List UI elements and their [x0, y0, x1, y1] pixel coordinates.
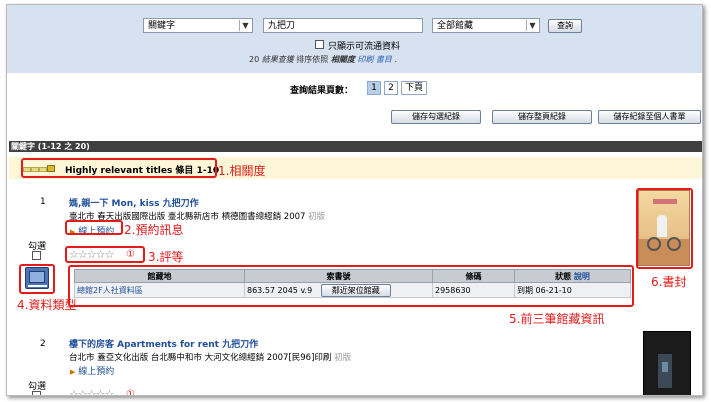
- annotation-box-relevance: [21, 158, 217, 178]
- item-2-edition: 初版: [334, 353, 352, 363]
- result-summary: 20 結果查獲 排序依照 相關度 印刷 書目 .: [249, 55, 398, 64]
- annotation-holdings: 5.前三筆館藏資訊: [509, 312, 605, 326]
- store-link[interactable]: 書目: [376, 55, 392, 64]
- print-link[interactable]: 印刷: [357, 55, 373, 64]
- available-only-checkbox[interactable]: [315, 40, 324, 49]
- available-only-label: 只顯示可流通資料: [328, 42, 401, 52]
- item-2-title[interactable]: 樓下的房客 Apartments for rent 九把刀作: [69, 337, 258, 350]
- summary-sort-prefix: 排序依照: [296, 55, 329, 64]
- save-page-button[interactable]: 儲存整頁紀錄: [492, 110, 592, 124]
- item-1-number: 1: [40, 197, 46, 207]
- item-1-title[interactable]: 媽,親一下 Mon, kiss 九把刀作: [69, 196, 199, 209]
- annotation-box-holdings: [68, 265, 634, 307]
- item-2-rating-stars[interactable]: ☆☆☆☆☆: [69, 388, 114, 395]
- page-2-button[interactable]: 2: [384, 81, 398, 95]
- catalog-window: 關鍵字 ▼ 九把刀 全部館藏 ▼ 查詢 只顯示可流通資料 20 結果查獲 排序依…: [6, 4, 703, 396]
- annotation-box-cover: [636, 188, 693, 269]
- search-button[interactable]: 查詢: [548, 19, 582, 33]
- item-2-select-checkbox[interactable]: [32, 391, 41, 395]
- book-cover-image[interactable]: [643, 331, 691, 395]
- summary-results: 結果查獲: [261, 55, 294, 64]
- search-field-value: 關鍵字: [148, 21, 176, 31]
- item-1-edition: 初版: [308, 212, 326, 222]
- page-1-button[interactable]: 1: [367, 81, 381, 95]
- annotation-box-material-type: [19, 264, 55, 294]
- item-2-publisher-text: 台北市 蓋亞文化出版 台北縣中和市 大河文化總經銷 2007[民96]印刷: [69, 353, 332, 363]
- play-icon: ▶: [70, 368, 76, 376]
- item-2-rating-count: ①: [126, 389, 135, 396]
- annotation-rating: 3.評等: [148, 250, 184, 264]
- annotation-cover: 6.書封: [651, 275, 687, 289]
- search-input[interactable]: 九把刀: [263, 18, 423, 33]
- search-field-select[interactable]: 關鍵字 ▼: [143, 18, 253, 33]
- item-1-select-checkbox[interactable]: [32, 251, 41, 260]
- annotation-box-reserve: [65, 220, 123, 235]
- library-select-value: 全部館藏: [437, 21, 474, 31]
- pager-label: 查詢結果頁數：: [290, 86, 354, 96]
- item-2-reserve-label: 線上預約: [78, 367, 115, 377]
- search-panel: 關鍵字 ▼ 九把刀 全部館藏 ▼ 查詢 只顯示可流通資料 20 結果查獲 排序依…: [7, 5, 702, 73]
- search-input-value: 九把刀: [268, 21, 296, 31]
- chevron-down-icon: ▼: [239, 20, 251, 31]
- annotation-relevance: 1.相關度: [218, 164, 266, 178]
- summary-count: 20: [249, 55, 260, 64]
- item-2-reserve-link[interactable]: ▶ 線上預約: [70, 364, 114, 377]
- save-to-shelf-button[interactable]: 儲存紀錄至個人書單: [598, 110, 701, 124]
- save-checked-button[interactable]: 儲存勾選紀錄: [391, 110, 481, 124]
- chevron-down-icon: ▼: [526, 20, 538, 31]
- annotation-reserve: 2.預約訊息: [124, 223, 184, 237]
- summary-sort: 相關度: [330, 55, 355, 64]
- item-2-number: 2: [40, 339, 46, 349]
- annotation-box-rating: [65, 246, 145, 263]
- item-2-publisher: 台北市 蓋亞文化出版 台北縣中和市 大河文化總經銷 2007[民96]印刷 初版: [69, 351, 351, 363]
- library-select[interactable]: 全部館藏 ▼: [432, 18, 540, 33]
- result-header: 關鍵字 (1-12 之 20): [9, 141, 702, 152]
- next-page-button[interactable]: 下頁: [401, 81, 427, 95]
